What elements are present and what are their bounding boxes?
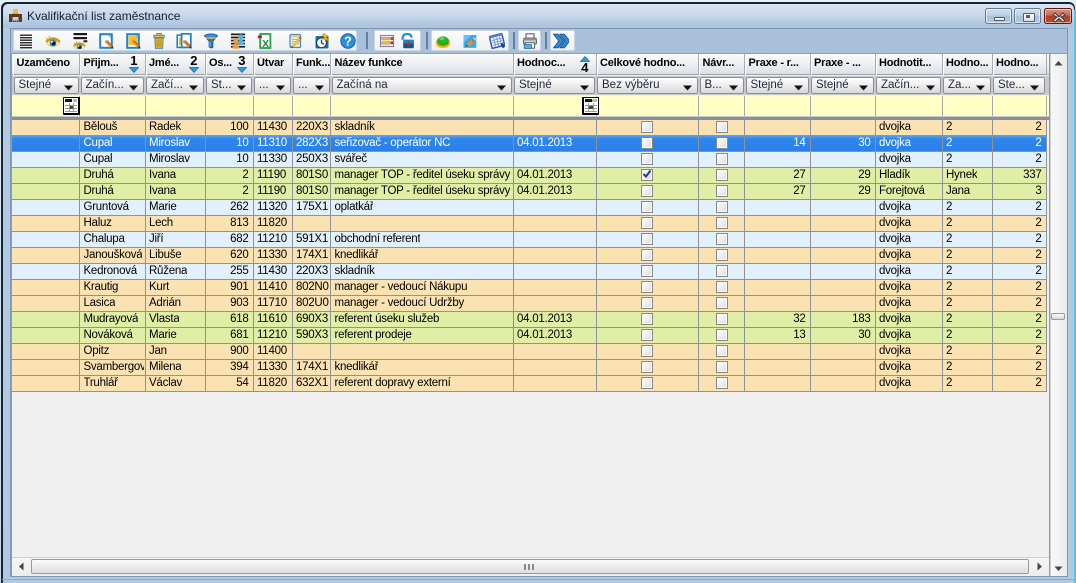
svg-text:?: ? — [344, 34, 352, 48]
svg-text:X: X — [262, 38, 269, 48]
